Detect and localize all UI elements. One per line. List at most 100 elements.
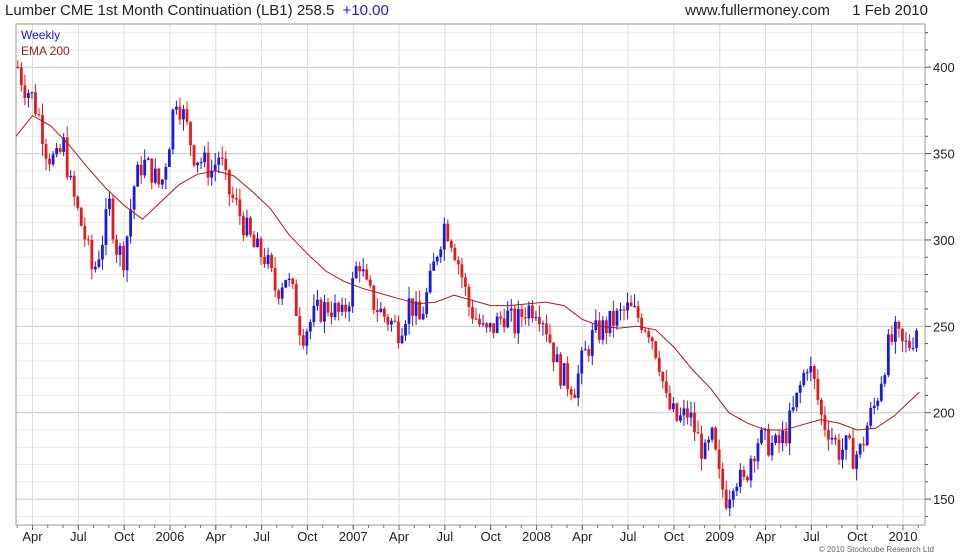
candle-down — [41, 114, 44, 145]
candle-down — [686, 408, 689, 418]
candle-down — [897, 321, 901, 329]
candle-up — [203, 152, 207, 163]
candle-down — [19, 67, 23, 86]
candle-down — [231, 194, 235, 199]
candle-up — [583, 349, 587, 351]
candle-up — [601, 320, 605, 340]
candle-down — [382, 308, 386, 317]
candle-up — [171, 109, 175, 150]
candle-down — [330, 312, 333, 318]
candle-up — [118, 245, 122, 255]
candle-down — [668, 393, 672, 410]
candle-down — [83, 225, 87, 240]
candle-up — [781, 430, 785, 444]
y-tick-label: 350 — [933, 147, 955, 162]
candle-up — [51, 154, 55, 165]
candle-down — [79, 207, 83, 226]
candle-up — [347, 306, 351, 312]
candle-up — [731, 490, 735, 500]
candle-down — [520, 309, 524, 318]
candle-down — [358, 266, 362, 272]
candle-down — [397, 321, 400, 344]
candle-up — [619, 309, 622, 311]
candle-down — [319, 299, 323, 322]
candle-down — [559, 354, 562, 386]
candle-down — [277, 290, 281, 299]
candle-up — [379, 308, 383, 313]
candle-up — [689, 412, 693, 418]
candle-up — [323, 302, 326, 322]
candle-up — [136, 164, 140, 187]
candle-down — [523, 317, 527, 319]
candle-up — [576, 373, 580, 398]
candle-down — [664, 381, 668, 394]
y-tick-label: 400 — [933, 60, 955, 75]
candle-up — [213, 164, 217, 171]
candle-up — [703, 442, 707, 459]
candle-up — [287, 278, 291, 280]
candle-down — [492, 323, 496, 333]
candle-down — [827, 430, 830, 440]
candle-down — [643, 330, 647, 332]
candle-up — [153, 168, 157, 183]
candle-down — [890, 334, 894, 342]
candle-down — [474, 318, 478, 320]
candle-down — [220, 157, 224, 159]
candle-up — [858, 444, 862, 455]
candle-up — [400, 335, 404, 344]
candle-down — [449, 240, 453, 248]
candle-up — [633, 306, 636, 308]
candle-down — [76, 196, 80, 208]
candle-up — [534, 317, 538, 319]
candle-down — [189, 122, 192, 146]
candle-up — [710, 427, 714, 440]
candle-down — [365, 269, 369, 280]
candle-up — [555, 354, 559, 363]
candle-down — [252, 234, 256, 248]
candle-down — [326, 302, 330, 313]
candle-down — [569, 389, 573, 395]
x-tick-label: Apr — [572, 529, 593, 544]
candle-down — [700, 433, 703, 459]
candle-up — [805, 372, 809, 374]
candle-down — [612, 310, 615, 326]
candle-down — [192, 145, 196, 166]
grid-lines — [16, 24, 925, 525]
candle-down — [587, 349, 591, 356]
x-tick-label: Oct — [481, 529, 502, 544]
candle-up — [770, 442, 774, 456]
candle-up — [160, 179, 164, 185]
candle-down — [224, 158, 228, 170]
candle-up — [143, 159, 147, 176]
candle-down — [122, 245, 125, 271]
candle-down — [573, 394, 577, 398]
candle-up — [27, 92, 30, 98]
candle-down — [298, 316, 302, 336]
candle-up — [421, 313, 425, 320]
candle-up — [886, 334, 890, 376]
candle-up — [488, 323, 492, 328]
x-tick-label: Oct — [297, 529, 318, 544]
candle-down — [819, 399, 823, 415]
x-tick-label: Jul — [803, 529, 820, 544]
candle-up — [728, 499, 732, 509]
candle-up — [308, 322, 312, 332]
x-tick-label: Oct — [114, 529, 135, 544]
candle-down — [206, 152, 210, 178]
candle-up — [217, 157, 221, 165]
x-tick-label: 2009 — [705, 529, 734, 544]
candle-up — [129, 209, 133, 237]
candle-up — [266, 254, 270, 265]
candle-up — [125, 236, 129, 271]
candle-down — [742, 469, 746, 477]
candle-up — [527, 305, 531, 319]
candle-down — [185, 109, 189, 123]
candle-up — [671, 403, 675, 410]
candle-down — [291, 278, 295, 285]
candle-up — [615, 310, 619, 326]
candle-up — [390, 320, 393, 325]
candle-down — [263, 256, 266, 265]
candle-down — [178, 106, 182, 120]
x-tick-label: Apr — [206, 529, 227, 544]
candle-down — [816, 379, 820, 400]
